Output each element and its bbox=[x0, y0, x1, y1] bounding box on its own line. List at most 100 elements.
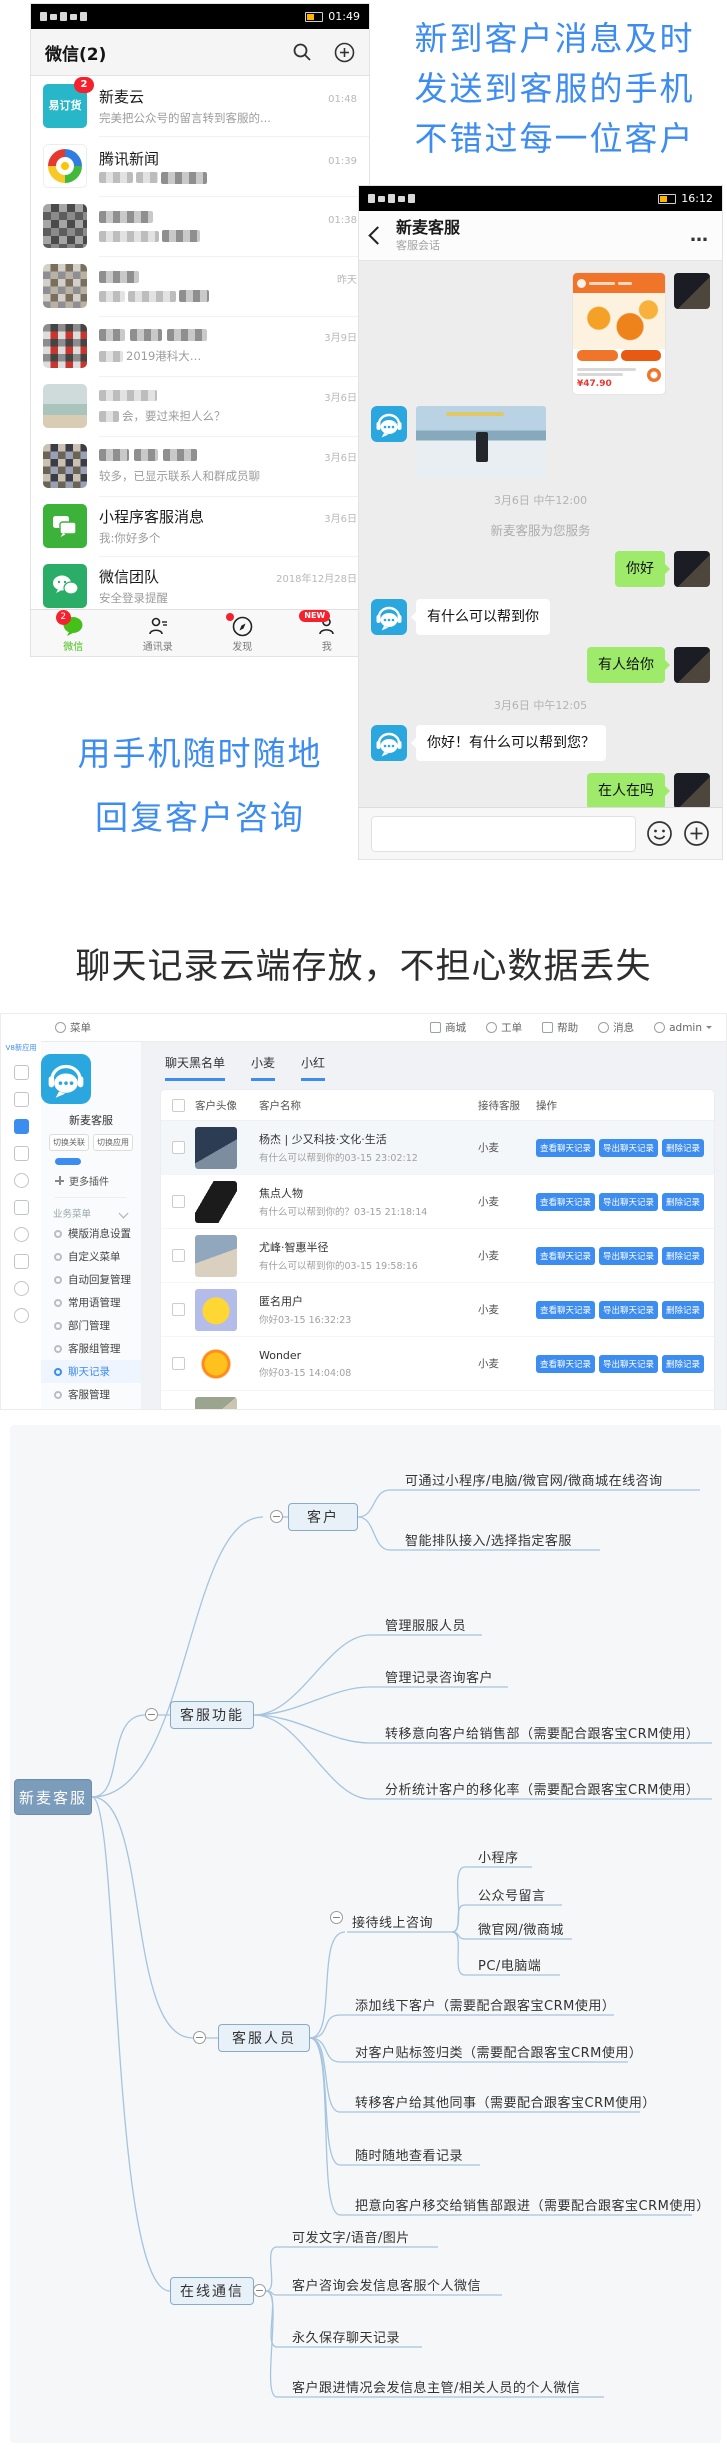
leaf[interactable]: 管理服服人员 bbox=[385, 1615, 466, 1634]
topbar-help[interactable]: 帮助 bbox=[542, 1020, 578, 1035]
leaf[interactable]: 小程序 bbox=[478, 1847, 519, 1866]
rail-icon-apps[interactable] bbox=[14, 1065, 29, 1080]
sidebar-item-service-groups[interactable]: 客服组管理 bbox=[41, 1337, 141, 1360]
delete-records-button[interactable]: 删除记录 bbox=[662, 1139, 704, 1157]
leaf[interactable]: 随时随地查看记录 bbox=[355, 2145, 463, 2164]
topbar-mall[interactable]: 商城 bbox=[430, 1020, 466, 1035]
collapse-icon[interactable]: − bbox=[330, 1911, 343, 1924]
view-records-button[interactable]: 查看聊天记录 bbox=[536, 1139, 595, 1157]
rail-icon-home[interactable] bbox=[14, 1092, 29, 1107]
delete-records-button[interactable]: 删除记录 bbox=[662, 1301, 704, 1319]
message-input[interactable] bbox=[371, 816, 636, 852]
rail-icon-person[interactable] bbox=[14, 1227, 29, 1242]
export-records-button[interactable]: 导出聊天记录 bbox=[599, 1247, 658, 1265]
delete-records-button[interactable]: 删除记录 bbox=[662, 1409, 704, 1410]
collapse-icon[interactable]: − bbox=[270, 1510, 283, 1523]
export-records-button[interactable]: 导出聊天记录 bbox=[599, 1301, 658, 1319]
rail-icon-lock[interactable] bbox=[14, 1308, 29, 1323]
tab-xiaomai[interactable]: 小麦 bbox=[251, 1054, 275, 1081]
tab-chat-blacklist[interactable]: 聊天黑名单 bbox=[165, 1054, 225, 1081]
switch-relation-button[interactable]: 切换关联 bbox=[49, 1134, 89, 1151]
delete-records-button[interactable]: 删除记录 bbox=[662, 1355, 704, 1373]
more-menu-icon[interactable]: … bbox=[690, 225, 710, 246]
sidebar-item-service-manage[interactable]: 客服管理 bbox=[41, 1383, 141, 1406]
chat-row-miniprogram-service[interactable]: 小程序客服消息 3月6日 我:你好多个 bbox=[31, 496, 369, 556]
export-records-button[interactable]: 导出聊天记录 bbox=[599, 1355, 658, 1373]
leaf[interactable]: 智能排队接入/选择指定客服 bbox=[405, 1530, 572, 1549]
leaf[interactable]: 管理记录咨询客户 bbox=[385, 1667, 493, 1686]
view-records-button[interactable]: 查看聊天记录 bbox=[536, 1355, 595, 1373]
more-plugins[interactable]: 更多插件 bbox=[55, 1173, 127, 1198]
switch-app-button[interactable]: 切换应用 bbox=[93, 1134, 133, 1151]
rail-icon-monitor[interactable] bbox=[14, 1254, 29, 1269]
leaf[interactable]: 把意向客户移交给销售部跟进（需要配合跟客宝CRM使用） bbox=[355, 2195, 710, 2214]
game-screenshot-image[interactable] bbox=[416, 406, 546, 478]
back-icon[interactable] bbox=[368, 226, 386, 244]
view-records-button[interactable]: 查看聊天记录 bbox=[536, 1301, 595, 1319]
table-row[interactable]: 焦点人物 有什么可以帮到你的？03-15 21:18:14 小麦 查看聊天记录 … bbox=[161, 1175, 714, 1229]
chat-row-wechat-team[interactable]: 微信团队 2018年12月28日 安全登录提醒 bbox=[31, 556, 369, 616]
chat-row-xinmaiyun[interactable]: 易订货 2 新麦云 01:48 完美把公众号的留言转到客服的... bbox=[31, 76, 369, 136]
table-row[interactable]: 杨杰 | 少又科技·文化·生活 有什么可以帮到你的03-15 23:02:12 … bbox=[161, 1121, 714, 1175]
table-row[interactable]: A-李强-小程序-公众号开发 小麦 查看聊天记录 导出聊天记录 删除记录 bbox=[161, 1391, 714, 1409]
leaf[interactable]: 可发文字/语音/图片 bbox=[292, 2227, 410, 2246]
tab-me[interactable]: NEW 我 bbox=[285, 613, 370, 653]
collapse-icon[interactable]: − bbox=[253, 2284, 266, 2297]
search-icon[interactable] bbox=[292, 42, 312, 62]
sidebar-item-common-phrases[interactable]: 常用语管理 bbox=[41, 1291, 141, 1314]
topbar-account[interactable]: admin bbox=[654, 1022, 712, 1034]
chat-row-censored-5[interactable]: 3月6日 较多，已显示联系人和群成员聊 bbox=[31, 436, 369, 496]
topbar-messages[interactable]: 消息 bbox=[598, 1020, 634, 1035]
leaf[interactable]: 永久保存聊天记录 bbox=[292, 2327, 400, 2346]
chat-row-censored-3[interactable]: 3月9日 2019港科大… bbox=[31, 316, 369, 376]
table-row[interactable]: 尤峰·智惠半径 有什么可以帮到你的03-15 19:58:16 小麦 查看聊天记… bbox=[161, 1229, 714, 1283]
product-card[interactable]: ¥47.90 bbox=[573, 273, 665, 394]
tab-wechat[interactable]: 2 微信 bbox=[31, 613, 116, 653]
view-records-button[interactable]: 查看聊天记录 bbox=[536, 1247, 595, 1265]
sidebar-item-departments[interactable]: 部门管理 bbox=[41, 1314, 141, 1337]
rail-icon-active-app[interactable] bbox=[14, 1119, 29, 1134]
export-records-button[interactable]: 导出聊天记录 bbox=[599, 1193, 658, 1211]
node-customer[interactable]: 客户 bbox=[288, 1503, 358, 1531]
topbar-workorder[interactable]: 工单 bbox=[486, 1020, 522, 1035]
leaf[interactable]: 客户咨询会发信息客服个人微信 bbox=[292, 2275, 481, 2294]
leaf[interactable]: 转移客户给其他同事（需要配合跟客宝CRM使用） bbox=[355, 2092, 656, 2111]
rail-icon-modules[interactable] bbox=[14, 1146, 29, 1161]
node-service-staff[interactable]: 客服人员 bbox=[218, 2024, 310, 2052]
delete-records-button[interactable]: 删除记录 bbox=[662, 1193, 704, 1211]
collapse-icon[interactable]: − bbox=[145, 1708, 158, 1721]
row-checkbox[interactable] bbox=[172, 1249, 185, 1262]
export-records-button[interactable]: 导出聊天记录 bbox=[599, 1409, 658, 1410]
leaf[interactable]: 公众号留言 bbox=[478, 1885, 546, 1904]
view-records-button[interactable]: 查看聊天记录 bbox=[536, 1193, 595, 1211]
row-checkbox[interactable] bbox=[172, 1357, 185, 1370]
leaf[interactable]: 转移意向客户给销售部（需要配合跟客宝CRM使用） bbox=[385, 1723, 699, 1742]
tab-xiaohong[interactable]: 小红 bbox=[301, 1054, 325, 1081]
sidebar-item-custom-menu[interactable]: 自定义菜单 bbox=[41, 1245, 141, 1268]
leaf[interactable]: 对客户贴标签归类（需要配合跟客宝CRM使用） bbox=[355, 2042, 642, 2061]
table-row[interactable]: Wonder 你好03-15 14:04:08 小麦 查看聊天记录 导出聊天记录… bbox=[161, 1337, 714, 1391]
rail-icon-settings[interactable] bbox=[14, 1281, 29, 1296]
sidebar-item-chat-records[interactable]: 聊天记录 bbox=[41, 1360, 141, 1383]
chat-row-tencent-news[interactable]: 腾讯新闻 01:39 bbox=[31, 136, 369, 196]
row-checkbox[interactable] bbox=[172, 1141, 185, 1154]
rail-icon-users[interactable] bbox=[14, 1200, 29, 1215]
leaf[interactable]: 可通过小程序/电脑/微官网/微商城在线咨询 bbox=[405, 1470, 663, 1489]
tab-contacts[interactable]: 通讯录 bbox=[116, 613, 201, 653]
mindmap-root[interactable]: 新麦客服 bbox=[14, 1779, 92, 1815]
view-records-button[interactable]: 查看聊天记录 bbox=[536, 1409, 595, 1410]
rail-icon-cloud[interactable] bbox=[14, 1173, 29, 1188]
leaf[interactable]: 添加线下客户（需要配合跟客宝CRM使用） bbox=[355, 1995, 615, 2014]
leaf[interactable]: 微官网/微商城 bbox=[478, 1919, 564, 1938]
tab-discover[interactable]: 发现 bbox=[200, 613, 285, 653]
table-row[interactable]: 匿名用户 你好03-15 16:32:23 小麦 查看聊天记录 导出聊天记录 删… bbox=[161, 1283, 714, 1337]
chat-row-censored-4[interactable]: 3月6日 会，要过来担人么？ bbox=[31, 376, 369, 436]
subnode-online-consult[interactable]: 接待线上咨询 bbox=[352, 1912, 433, 1931]
emoji-icon[interactable] bbox=[646, 820, 673, 847]
delete-records-button[interactable]: 删除记录 bbox=[662, 1247, 704, 1265]
sidebar-item-template-msg[interactable]: 模版消息设置 bbox=[41, 1222, 141, 1245]
leaf[interactable]: PC/电脑端 bbox=[478, 1955, 541, 1974]
chat-row-censored-1[interactable]: 01:38 bbox=[31, 196, 369, 256]
chat-row-censored-2[interactable]: 昨天 bbox=[31, 256, 369, 316]
row-checkbox[interactable] bbox=[172, 1303, 185, 1316]
